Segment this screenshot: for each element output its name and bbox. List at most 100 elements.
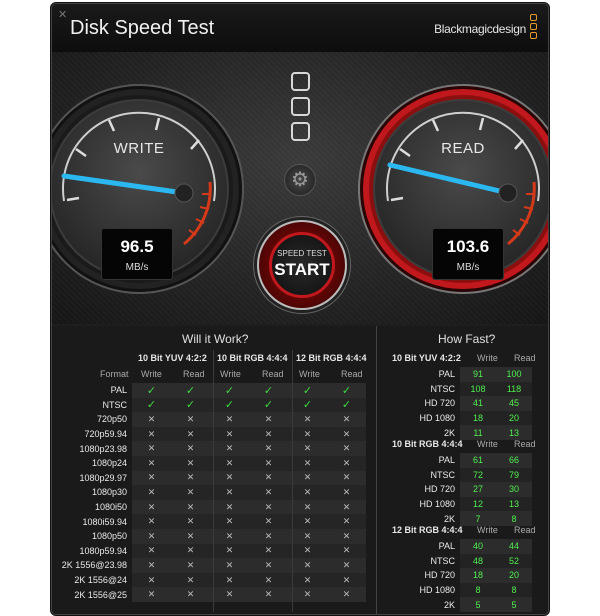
cross-icon: ✕ (342, 457, 351, 468)
format-label: PAL (438, 455, 455, 466)
status-cell: ✓ (171, 397, 210, 413)
read-speed-cell: 66 (496, 453, 532, 468)
how-fast-col-read: Read (514, 353, 536, 363)
cross-icon: ✕ (264, 501, 273, 512)
cross-icon: ✕ (264, 486, 273, 497)
status-cell: ✕ (249, 528, 288, 544)
table-row: HD 1080 8 8 (382, 582, 532, 598)
mode-button-2[interactable] (291, 97, 310, 116)
write-speed-cell: 8 (460, 582, 496, 598)
status-cell: ✕ (288, 441, 327, 456)
app-title: Disk Speed Test (70, 17, 215, 39)
cross-icon: ✕ (264, 530, 273, 541)
read-readout: 103.6 MB/s (432, 228, 504, 280)
cross-icon: ✕ (147, 501, 156, 512)
status-cell: ✕ (327, 485, 366, 500)
status-cell: ✕ (249, 412, 288, 427)
table-row: 720p59.94 ✕ ✕ ✕ ✕ ✕ ✕ (55, 426, 366, 442)
mode-button-3[interactable] (291, 122, 310, 141)
start-button-label: START (274, 260, 330, 279)
status-cell: ✕ (210, 441, 249, 456)
format-label: 2K 1556@24 (74, 575, 127, 586)
format-label: NTSC (430, 383, 456, 394)
table-row: 2K 7 8 (382, 511, 532, 526)
format-label: 2K (443, 599, 455, 610)
table-row: HD 1080 18 20 (382, 410, 532, 426)
read-speed-cell: 30 (496, 482, 532, 497)
status-cell: ✕ (210, 558, 249, 573)
status-cell: ✕ (132, 499, 171, 515)
status-cell: ✓ (171, 383, 210, 398)
write-gauge-label: WRITE (113, 140, 165, 157)
status-cell: ✕ (288, 587, 327, 602)
cross-icon: ✕ (225, 530, 234, 541)
cross-icon: ✕ (147, 574, 156, 585)
table-row: 1080p29.97 ✕ ✕ ✕ ✕ ✕ ✕ (55, 470, 366, 486)
how-fast-group-header: 10 Bit RGB 4:4:4 (392, 439, 463, 449)
status-cell: ✓ (132, 397, 171, 413)
format-label: HD 720 (424, 484, 455, 495)
cross-icon: ✕ (342, 472, 351, 483)
table-row: 1080i59.94 ✕ ✕ ✕ ✕ ✕ ✕ (55, 514, 366, 529)
status-cell: ✕ (132, 426, 171, 442)
disk-speed-test-window: ✕ Disk Speed Test Blackmagicdesign WRITE… (51, 3, 549, 615)
cross-icon: ✕ (264, 559, 273, 570)
settings-gear-icon[interactable]: ⚙ (284, 164, 316, 196)
table-row: 1080p23.98 ✕ ✕ ✕ ✕ ✕ ✕ (55, 441, 366, 456)
table-row: 720p50 ✕ ✕ ✕ ✕ ✕ ✕ (55, 412, 366, 427)
table-row: PAL 40 44 (382, 539, 532, 554)
table-row: 2K 11 13 (382, 425, 532, 440)
table-row: PAL 61 66 (382, 453, 532, 468)
cross-icon: ✕ (225, 472, 234, 483)
table-row: 1080p59.94 ✕ ✕ ✕ ✕ ✕ ✕ (55, 543, 366, 559)
will-it-work-title: Will it Work? (182, 332, 249, 346)
status-cell: ✕ (327, 455, 366, 471)
status-cell: ✕ (171, 485, 210, 500)
status-cell: ✕ (210, 470, 249, 486)
write-speed-cell: 11 (460, 425, 496, 440)
mode-button-1[interactable] (291, 72, 310, 91)
close-icon[interactable]: ✕ (58, 8, 67, 21)
will-it-work-table: PAL ✓ ✓ ✓ ✓ ✓ ✓ NTSC ✓ ✓ ✓ ✓ ✓ ✓ 720p50 ✕ ✕ ✕ ✕ ✕ ✕ 720p59.94… (55, 383, 366, 602)
cross-icon: ✕ (264, 516, 273, 527)
status-cell: ✕ (171, 543, 210, 559)
status-cell: ✓ (327, 397, 366, 413)
write-speed-cell: 40 (460, 539, 496, 554)
status-cell: ✕ (210, 426, 249, 442)
status-cell: ✕ (171, 441, 210, 456)
check-icon: ✓ (185, 384, 196, 397)
section-divider (376, 326, 377, 614)
check-icon: ✓ (341, 384, 352, 397)
format-label: 1080p23.98 (79, 443, 127, 454)
format-label: PAL (110, 385, 127, 396)
status-cell: ✕ (132, 412, 171, 427)
cross-icon: ✕ (186, 472, 195, 483)
check-icon: ✓ (146, 384, 157, 397)
read-speed-cell: 5 (496, 597, 532, 612)
wiw-col-write: Write (141, 369, 162, 379)
format-label: PAL (438, 369, 455, 380)
start-button[interactable]: SPEED TEST START (257, 220, 347, 310)
status-cell: ✕ (210, 543, 249, 559)
status-cell: ✓ (210, 383, 249, 398)
format-label: 1080p30 (91, 487, 127, 498)
write-speed-cell: 12 (460, 496, 496, 512)
status-cell: ✕ (132, 572, 171, 588)
table-row: 1080p30 ✕ ✕ ✕ ✕ ✕ ✕ (55, 485, 366, 500)
cross-icon: ✕ (225, 545, 234, 556)
status-cell: ✕ (249, 558, 288, 573)
cross-icon: ✕ (303, 428, 312, 439)
cross-icon: ✕ (147, 472, 156, 483)
status-cell: ✕ (288, 543, 327, 559)
cross-icon: ✕ (147, 530, 156, 541)
cross-icon: ✕ (342, 428, 351, 439)
status-cell: ✕ (288, 528, 327, 544)
cross-icon: ✕ (147, 516, 156, 527)
status-cell: ✕ (171, 514, 210, 529)
cross-icon: ✕ (225, 516, 234, 527)
write-speed-cell: 7 (460, 511, 496, 526)
status-cell: ✕ (210, 514, 249, 529)
cross-icon: ✕ (342, 486, 351, 497)
table-row: PAL 91 100 (382, 367, 532, 382)
cross-icon: ✕ (186, 559, 195, 570)
